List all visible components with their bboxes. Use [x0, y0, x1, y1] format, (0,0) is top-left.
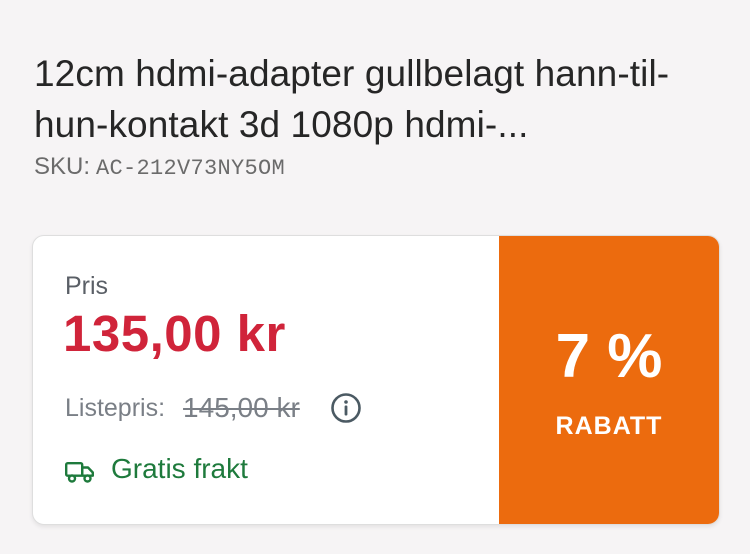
- discount-value: 7 %: [555, 322, 663, 391]
- truck-icon: [65, 458, 95, 483]
- info-icon[interactable]: [330, 392, 362, 424]
- sku-value: AC-212V73NY5OM: [96, 156, 286, 181]
- shipping-label: Gratis frakt: [111, 453, 248, 484]
- price-area: Pris 135,00 kr Listepris: 145,00 kr Grat…: [33, 236, 499, 524]
- price-label: Pris: [65, 272, 109, 300]
- shipping-row: Gratis frakt: [65, 453, 248, 485]
- price-card: Pris 135,00 kr Listepris: 145,00 kr Grat…: [32, 235, 720, 525]
- product-sku: SKU: AC-212V73NY5OM: [34, 152, 285, 184]
- list-price: 145,00 kr: [183, 392, 300, 423]
- discount-label: RABATT: [555, 412, 663, 440]
- list-price-row: Listepris: 145,00 kr: [65, 388, 362, 428]
- sku-label: SKU:: [34, 153, 91, 180]
- discount-badge: 7 % RABATT: [499, 236, 719, 524]
- current-price: 135,00 kr: [63, 305, 286, 362]
- product-title: 12cm hdmi-adapter gullbelagt hann-til-hu…: [34, 53, 670, 145]
- list-price-label: Listepris:: [65, 393, 166, 422]
